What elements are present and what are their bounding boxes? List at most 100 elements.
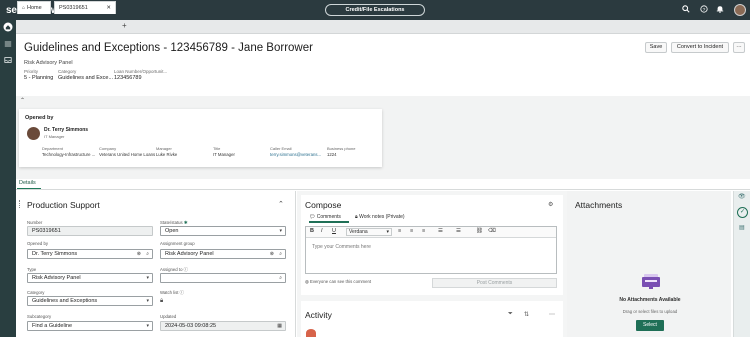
align-right-icon[interactable]: ≡ [422, 228, 425, 234]
dropdown-caret-icon: ▾ [146, 323, 149, 329]
clear-icon[interactable]: ⊗ [270, 250, 274, 258]
font-family-select[interactable]: Verdana ▾ [346, 228, 392, 236]
search-icon[interactable] [682, 5, 690, 15]
attachments-title: Attachments [575, 200, 623, 210]
opened-by-label: Opened by [27, 241, 49, 246]
checklist-icon[interactable]: ✓ [737, 207, 748, 218]
user-avatar[interactable] [734, 4, 746, 16]
number-field[interactable]: PS0319651 [27, 226, 153, 236]
dropdown-caret-icon: ▾ [146, 275, 149, 281]
calendar-icon[interactable]: ▦ [277, 322, 282, 330]
subcategory-value: Find a Guideline [32, 323, 73, 329]
lookup-search-icon[interactable]: ⌕ [146, 250, 149, 258]
divider [16, 189, 750, 190]
clear-icon[interactable]: ⊗ [137, 250, 141, 258]
activity-title: Activity [305, 310, 332, 320]
assigned-to-field[interactable]: ⌕ [160, 273, 286, 283]
number-label: Number [27, 220, 43, 225]
subcategory-select[interactable]: Find a Guideline ▾ [27, 321, 153, 331]
post-comments-button[interactable]: Post Comments [432, 278, 557, 288]
link-icon[interactable]: ⛓ [476, 228, 483, 234]
bold-icon[interactable]: B [310, 228, 314, 234]
italic-icon[interactable]: I [321, 228, 323, 234]
title-value: IT Manager [213, 152, 235, 157]
state-select[interactable]: Open ▾ [160, 226, 286, 236]
compose-settings-icon[interactable]: ⚙ [548, 201, 553, 208]
add-tab-icon[interactable]: + [122, 21, 127, 30]
production-support-title: Production Support [27, 200, 100, 210]
assignment-group-field[interactable]: Risk Advisory Panel ⊗ ⌕ [160, 249, 286, 259]
assignment-group-label: Assignment group [160, 241, 195, 246]
collapse-section-icon[interactable]: ⌃ [278, 200, 284, 208]
person-role: IT Manager [44, 134, 65, 139]
underline-icon[interactable]: U [332, 228, 336, 234]
numbered-list-icon[interactable]: ☰ [456, 228, 461, 234]
menu-icon[interactable] [3, 40, 13, 50]
close-icon[interactable]: ✕ [106, 2, 111, 14]
add-watcher-icon[interactable]: 🔒︎ [160, 298, 163, 305]
business-phone-label: Business phone [327, 146, 356, 151]
type-select[interactable]: Risk Advisory Panel ▾ [27, 273, 153, 283]
tab-home[interactable]: ⌂ Home [17, 1, 51, 14]
person-avatar [27, 127, 40, 140]
person-name[interactable]: Dr. Terry Simmons [44, 127, 88, 133]
info-icon: ⓘ [183, 267, 188, 272]
home-icon[interactable] [3, 22, 13, 32]
save-button[interactable]: Save [645, 42, 667, 53]
bell-icon[interactable] [716, 5, 724, 15]
align-center-icon[interactable]: ≡ [410, 228, 413, 234]
updated-field[interactable]: 2024-05-03 09:08:25 ▦ [160, 321, 286, 331]
manager-label: Manager [156, 146, 172, 151]
comment-icon: 💬︎ [309, 214, 316, 220]
bullet-list-icon[interactable]: ☰ [438, 228, 443, 234]
department-value: Technology-Infrastructure ... [42, 152, 96, 157]
updated-label: Updated [160, 314, 177, 319]
help-icon[interactable]: ? [700, 5, 708, 15]
document-icon[interactable]: ▤ [739, 224, 745, 231]
category-value: Guidelines and Exce... [58, 75, 114, 81]
select-files-button[interactable]: Select [636, 320, 664, 331]
business-phone-value: 1224 [327, 152, 337, 157]
title-label: Title [213, 146, 221, 151]
caller-email-label: Caller Email [270, 146, 292, 151]
info-icon: ⓘ [179, 290, 184, 295]
more-icon[interactable]: ⋯ [549, 311, 555, 318]
column-divider [295, 191, 296, 337]
context-pill[interactable]: Credit/File Escalations [325, 4, 425, 16]
convert-to-incident-button[interactable]: Convert to Incident [671, 42, 729, 53]
category-label: Category [27, 290, 45, 295]
no-attachments-hint: Drag or select files to upload [622, 309, 678, 314]
view-icon[interactable]: 👁︎ [738, 193, 746, 200]
more-actions-button[interactable]: ··· [733, 42, 745, 53]
sort-icon[interactable]: ⇅ [524, 311, 529, 318]
caller-email-link[interactable]: terry.simmons@veterans... [270, 152, 321, 157]
lookup-search-icon[interactable]: ⌕ [279, 250, 282, 258]
clear-format-icon[interactable]: ⌫ [488, 228, 496, 234]
priority-value: 5 - Planning [24, 75, 54, 81]
editor-toolbar: B I U Verdana ▾ ≡ ≡ ≡ ☰ ☰ ⛓ ⌫ [306, 227, 556, 238]
loan-number-value: 123456789 [114, 75, 142, 81]
state-value: Open [165, 228, 179, 234]
visibility-note-text: Everyone can see this comment [309, 279, 372, 284]
rich-text-editor[interactable]: B I U Verdana ▾ ≡ ≡ ≡ ☰ ☰ ⛓ ⌫ Type your C… [305, 226, 557, 274]
category-select[interactable]: Guidelines and Exceptions ▾ [27, 296, 153, 306]
tab-work-notes[interactable]: 🔒︎ Work notes (Private) [355, 214, 405, 220]
tab-label: PS0319651 [59, 5, 88, 11]
inbox-icon[interactable] [3, 56, 13, 66]
lookup-search-icon[interactable]: ⌕ [279, 274, 282, 282]
tab-comments[interactable]: 💬︎ Comments [309, 214, 341, 220]
loan-number-label: Loan Number/Opportunit... [114, 69, 168, 74]
drag-handle[interactable] [19, 200, 22, 208]
visibility-note: ◍ Everyone can see this comment [305, 279, 371, 285]
category-value: Guidelines and Exceptions [32, 298, 98, 304]
dropdown-caret-icon: ▾ [386, 229, 389, 235]
align-left-icon[interactable]: ≡ [398, 228, 401, 234]
tab-details[interactable]: Details [19, 180, 36, 186]
filter-icon[interactable]: ⏷ [508, 311, 513, 318]
updated-value: 2024-05-03 09:08:25 [165, 323, 217, 329]
globe-icon: ◍ [305, 279, 309, 284]
opened-by-field[interactable]: Dr. Terry Simmons ⊗ ⌕ [27, 249, 153, 259]
tab-record[interactable]: PS0319651 ✕ [54, 1, 116, 14]
collapse-chevron-icon[interactable]: ⌃ [20, 97, 25, 104]
category-label: Category [58, 69, 77, 74]
